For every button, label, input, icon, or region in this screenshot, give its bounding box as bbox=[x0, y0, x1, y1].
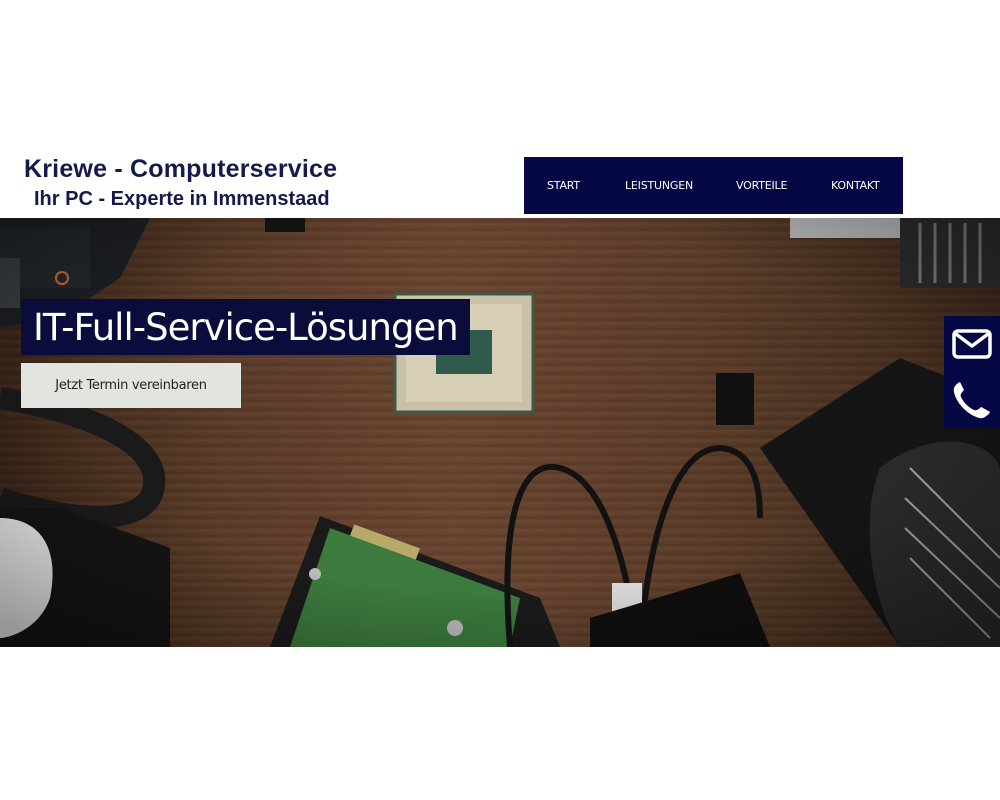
phone-icon bbox=[953, 382, 990, 419]
nav-item-start[interactable]: START bbox=[547, 179, 580, 192]
book-appointment-button[interactable]: Jetzt Termin vereinbaren bbox=[21, 363, 241, 408]
hero-title: IT-Full-Service-Lösungen bbox=[33, 305, 459, 349]
hero-background-image bbox=[0, 218, 1000, 647]
site-title[interactable]: Kriewe - Computerservice bbox=[24, 154, 424, 184]
brand: Kriewe - Computerservice Ihr PC - Expert… bbox=[24, 154, 424, 212]
envelope-icon bbox=[952, 329, 992, 359]
hero-section: IT-Full-Service-Lösungen Jetzt Termin ve… bbox=[0, 218, 1000, 647]
nav-item-leistungen[interactable]: LEISTUNGEN bbox=[625, 179, 693, 192]
nav-item-vorteile[interactable]: VORTEILE bbox=[736, 179, 787, 192]
site-subtitle: Ihr PC - Experte in Immenstaad bbox=[34, 188, 330, 210]
phone-button[interactable] bbox=[944, 372, 1000, 428]
email-button[interactable] bbox=[944, 316, 1000, 372]
nav-item-kontakt[interactable]: KONTAKT bbox=[831, 179, 880, 192]
side-contact-bar bbox=[944, 316, 1000, 428]
hero-title-box: IT-Full-Service-Lösungen bbox=[21, 299, 470, 355]
main-nav: START LEISTUNGEN VORTEILE KONTAKT bbox=[524, 157, 903, 214]
book-appointment-label: Jetzt Termin vereinbaren bbox=[55, 378, 207, 393]
